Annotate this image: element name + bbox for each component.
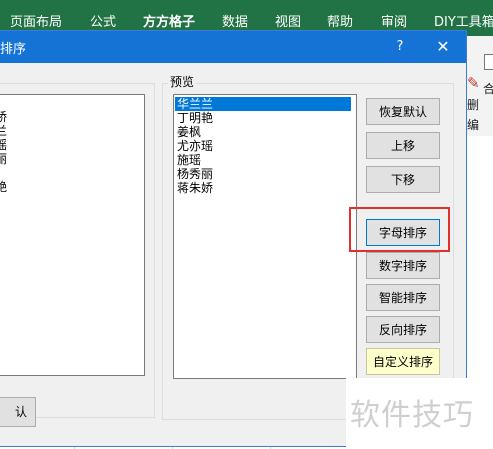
merge-icon[interactable] [484,54,493,70]
delete-icon[interactable]: ✎ [467,74,480,92]
smart-sort-button[interactable]: 智能排序 [366,284,440,311]
custom-sort-button[interactable]: 自定义排序 [366,348,440,375]
tab-formulas[interactable]: 公式 [90,11,116,30]
numeric-sort-button[interactable]: 数字排序 [366,252,440,279]
ribbon-label-merge: 合 [483,82,493,96]
preview-item[interactable]: 尤亦瑶 [177,139,213,153]
dialog-title: 排序 [0,42,27,57]
tab-fangfang-gezi[interactable]: 方方格子 [143,11,195,30]
tab-data[interactable]: 数据 [222,11,248,30]
preview-item[interactable]: 施瑶 [177,153,201,167]
list-item[interactable]: 艳 [0,180,7,194]
dialog-titlebar[interactable]: 排序 ? ✕ [0,31,466,63]
close-button[interactable]: ✕ [431,35,455,59]
tab-view[interactable]: 视图 [275,11,301,30]
list-item[interactable]: 丽 [0,152,7,166]
ribbon-body: ✎ 删 合 编 [466,36,493,136]
preview-item[interactable]: 蒋朱娇 [177,181,213,195]
list-item[interactable]: 娇 [0,110,7,124]
highlight-box [349,207,450,252]
preview-item[interactable]: 丁明艳 [177,111,213,125]
preview-label: 预览 [168,73,197,90]
ribbon-label-edit: 编 [467,118,480,132]
reverse-sort-button[interactable]: 反向排序 [366,316,440,343]
tab-diy-toolbox[interactable]: DIY工具箱 [434,11,493,30]
tab-help[interactable]: 帮助 [327,11,353,30]
help-button[interactable]: ? [390,36,410,58]
tab-page-layout[interactable]: 页面布局 [10,11,62,30]
preview-item-selected[interactable]: 华兰兰 [175,97,351,111]
preview-item[interactable]: 姜枫 [177,125,201,139]
preview-list[interactable]: 华兰兰 丁明艳 姜枫 尤亦瑶 施瑶 杨秀丽 蒋朱娇 [173,94,357,379]
preview-item[interactable]: 杨秀丽 [177,167,213,181]
ok-button[interactable]: 认 [0,397,36,427]
tab-review[interactable]: 审阅 [381,11,407,30]
move-up-button[interactable]: 上移 [366,132,440,159]
move-down-button[interactable]: 下移 [366,166,440,193]
list-item[interactable]: 瑶 [0,138,7,152]
list-item[interactable]: 兰 [0,124,7,138]
restore-default-button[interactable]: 恢复默认 [366,98,440,125]
watermark-text: 软件技巧 [350,398,474,433]
ribbon-label-delete: 删 [467,98,480,112]
source-list[interactable]: 娇 兰 瑶 丽 艳 [0,94,145,376]
